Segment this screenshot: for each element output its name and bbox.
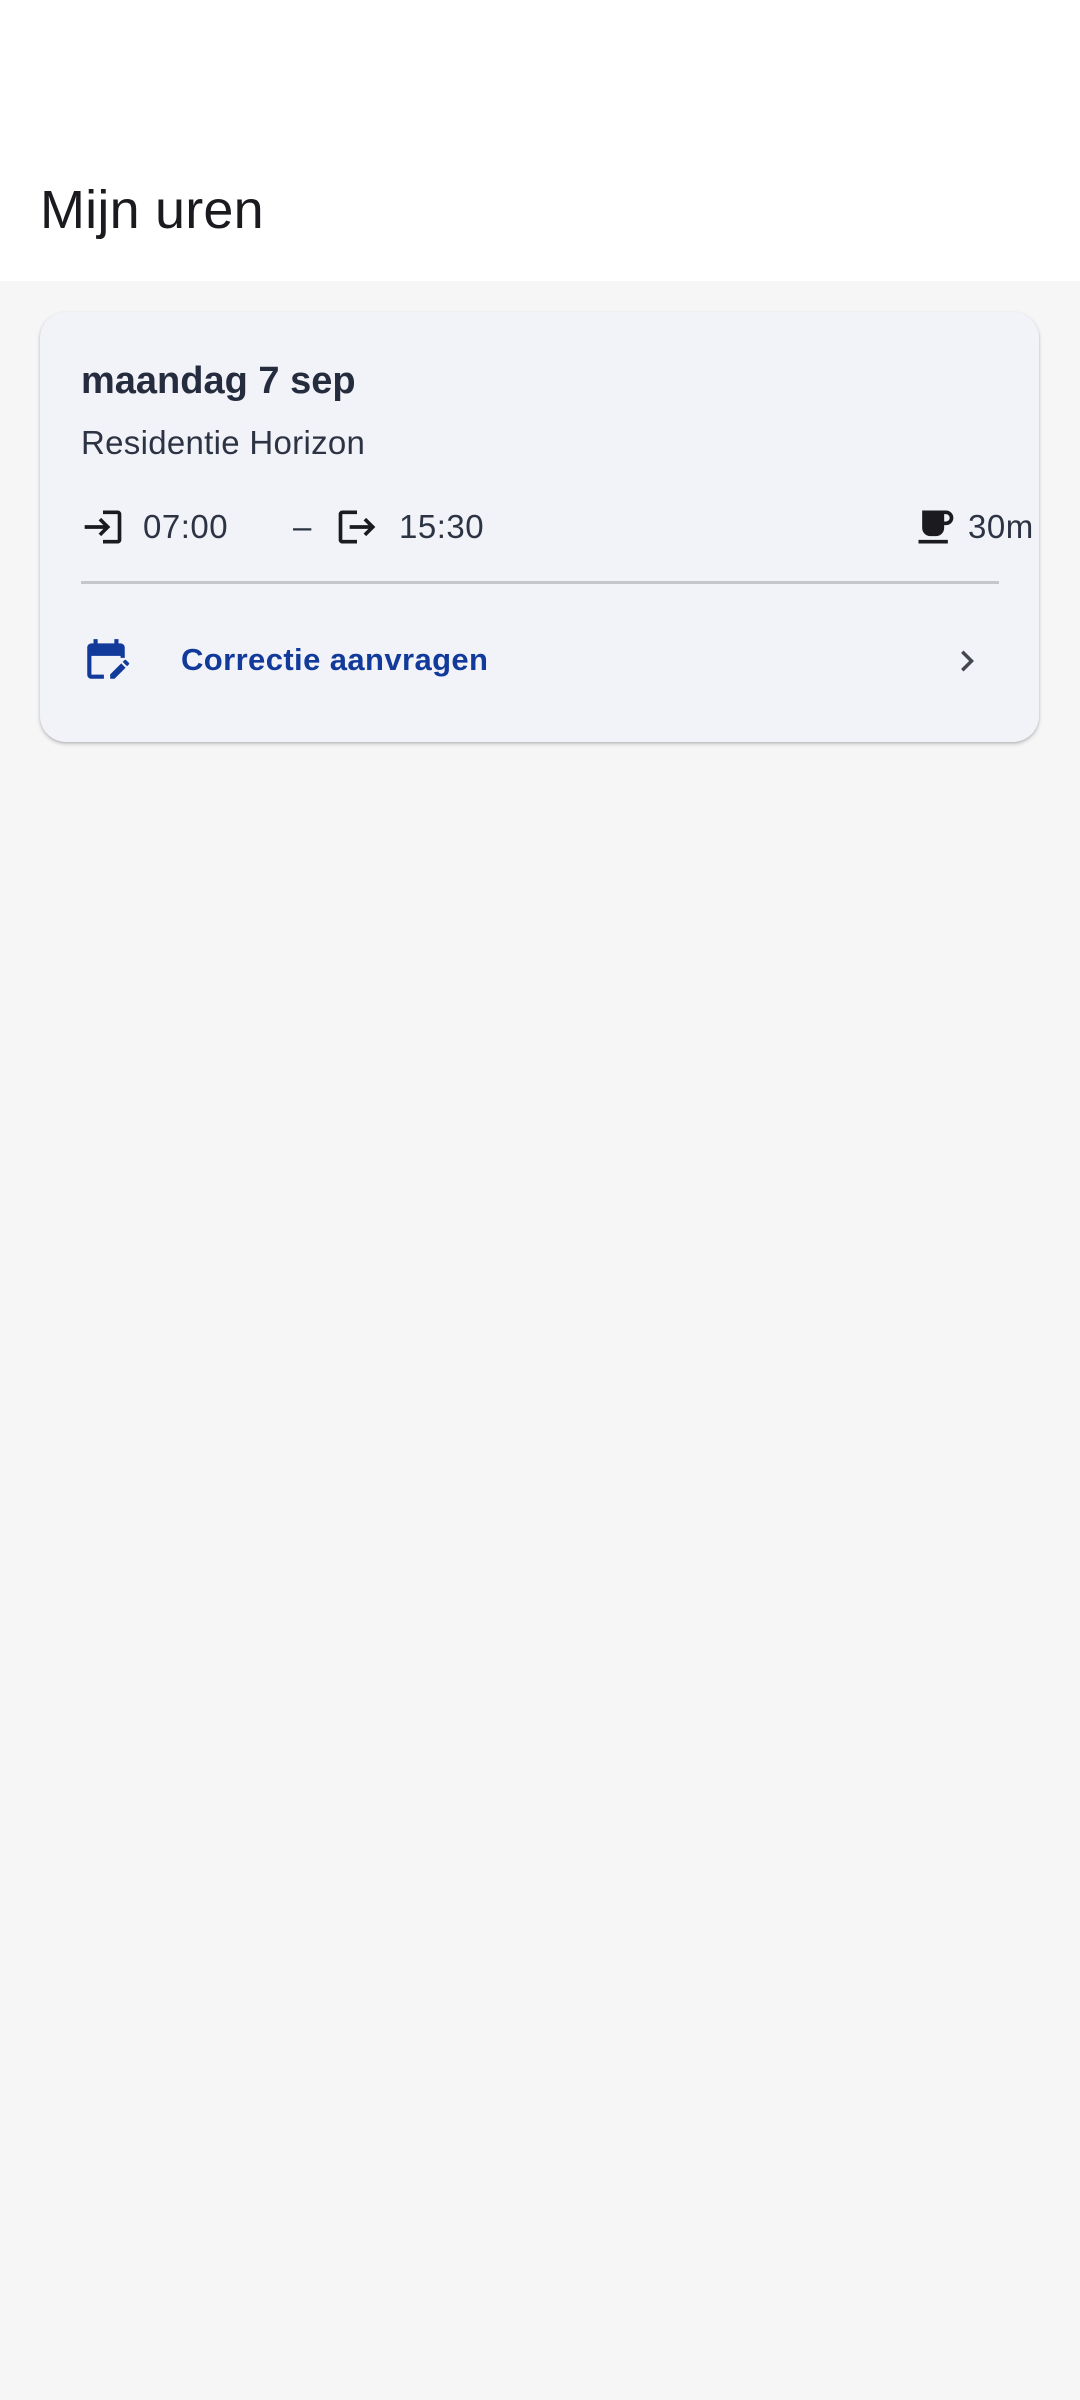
login-icon	[84, 510, 122, 544]
shift-time-row: 07:00 – 15:30 30m	[81, 502, 1033, 552]
end-time: 15:30	[399, 508, 485, 545]
logout-icon	[338, 510, 376, 544]
request-correction-button[interactable]: Correctie aanvragen	[40, 602, 1039, 722]
request-correction-label: Correctie aanvragen	[181, 642, 489, 677]
time-separator: –	[293, 508, 312, 545]
shift-card: maandag 7 sep Residentie Horizon 07:00 –…	[40, 312, 1039, 742]
break-duration: 30m	[968, 508, 1034, 545]
card-divider	[81, 581, 999, 584]
app-bar: Mijn uren	[0, 0, 1080, 281]
calendar-edit-icon	[87, 639, 130, 679]
shift-location: Residentie Horizon	[81, 424, 366, 461]
page-title: Mijn uren	[40, 180, 264, 240]
start-time: 07:00	[143, 508, 229, 545]
chevron-right-icon	[961, 650, 974, 672]
shift-day: maandag 7 sep	[81, 360, 356, 402]
coffee-cup-icon	[918, 510, 954, 544]
